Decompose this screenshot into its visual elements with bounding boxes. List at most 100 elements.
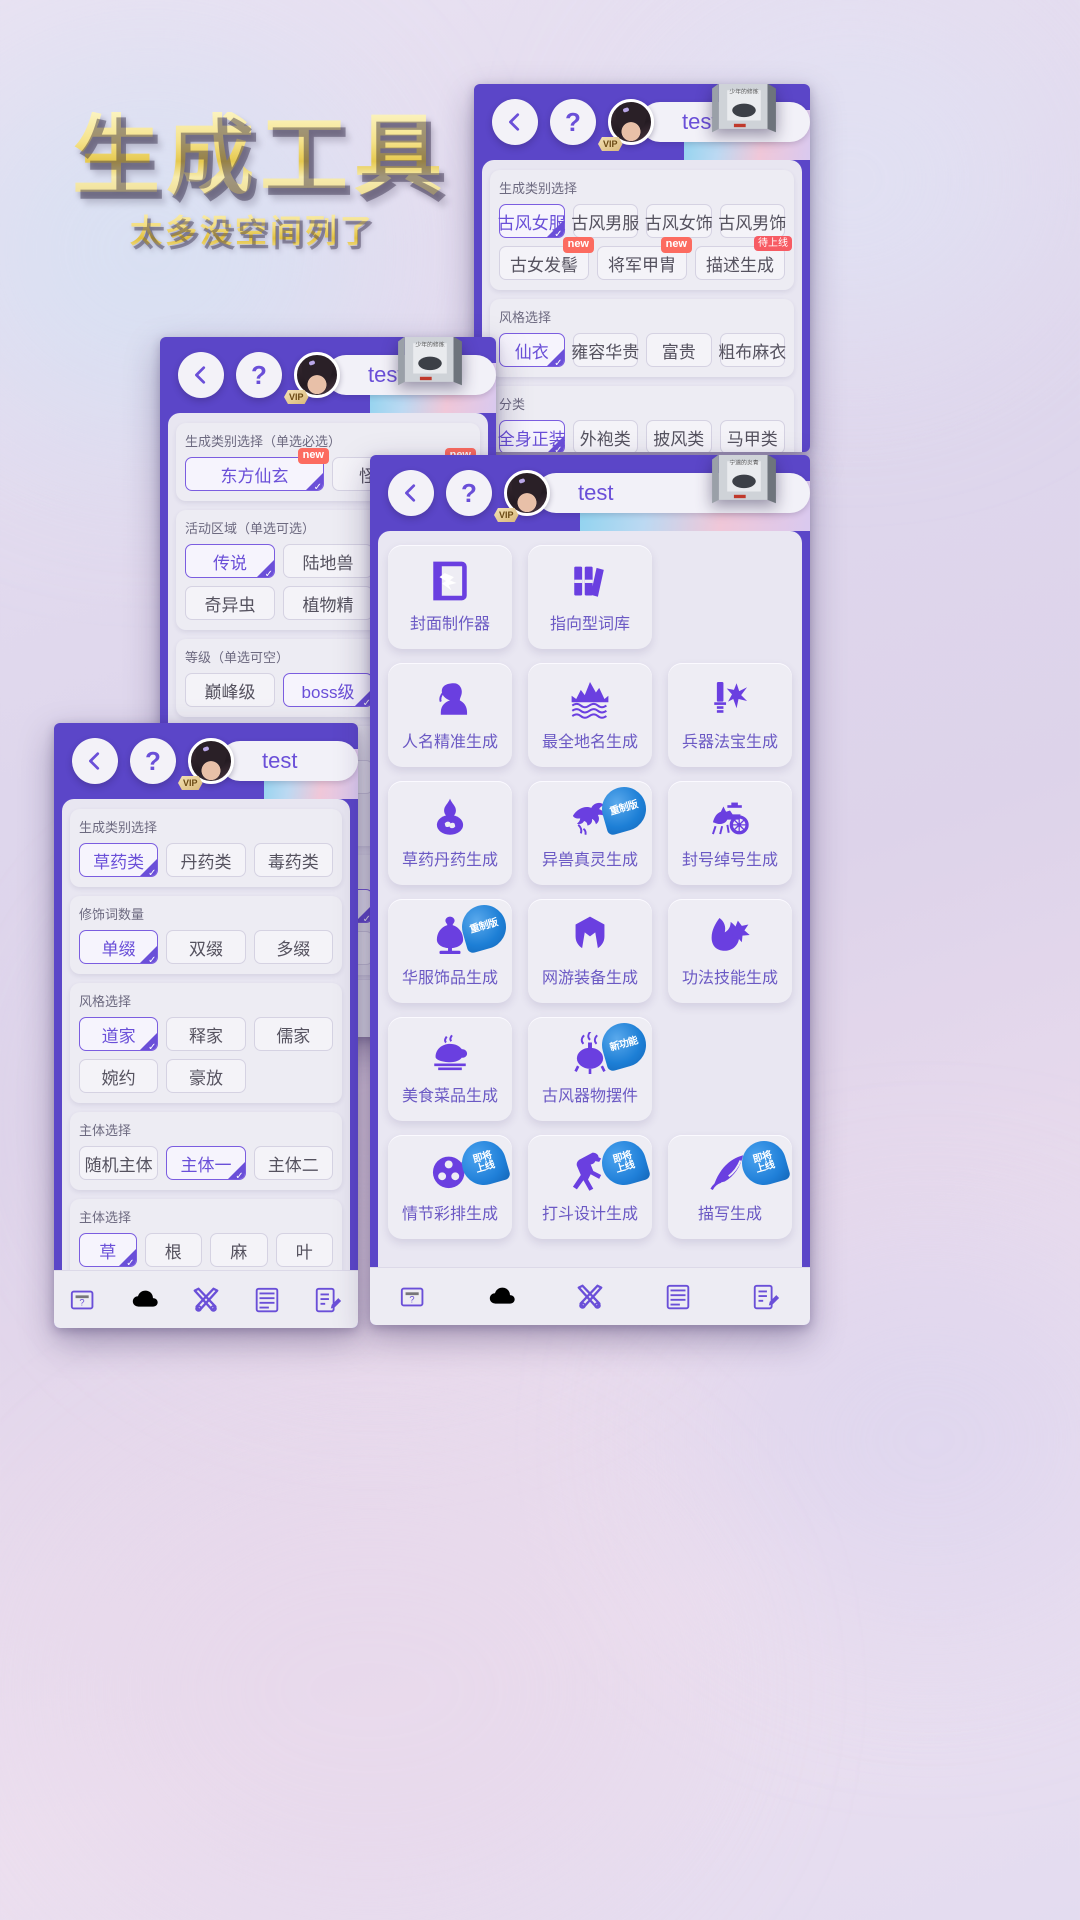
option-chip[interactable]: 东方仙玄new bbox=[185, 448, 329, 493]
avatar[interactable]: VIP bbox=[284, 352, 340, 404]
tool-card[interactable]: 描写生成 即将 上线 bbox=[668, 1135, 792, 1239]
back-button[interactable] bbox=[178, 352, 224, 398]
option-chip[interactable]: 雍容华贵 bbox=[571, 333, 639, 367]
option-chip[interactable]: 古风男饰 bbox=[718, 204, 786, 238]
option-chip[interactable]: 古女发髻 new bbox=[499, 237, 594, 280]
option-chip[interactable]: 儒家 bbox=[253, 1017, 333, 1051]
option-chip[interactable]: 婉约 bbox=[79, 1059, 159, 1093]
tool-card[interactable]: 草药丹药生成 bbox=[388, 781, 512, 885]
panel-herb: ? VIP test 生成类别选择草药类丹药类毒药类修饰词数量单缀双缀多缀风格选… bbox=[54, 723, 358, 1328]
option-chip[interactable]: 植物精 bbox=[283, 586, 373, 620]
page-title: 生成工具 bbox=[72, 104, 449, 207]
option-chip[interactable]: 豪放 bbox=[166, 1059, 246, 1093]
option-chip[interactable]: 叶 bbox=[275, 1233, 333, 1267]
option-chip[interactable]: 丹药类 bbox=[166, 843, 246, 877]
option-group: 风格选择仙衣雍容华贵富贵粗布麻衣 bbox=[490, 299, 794, 377]
panel-header: ? VIP test bbox=[54, 723, 358, 799]
tool-card[interactable]: 网游装备生成 bbox=[528, 899, 652, 1003]
back-button[interactable] bbox=[492, 99, 538, 145]
tab-tools-icon[interactable] bbox=[575, 1282, 605, 1312]
tool-card[interactable]: 异兽真灵生成 重制版 bbox=[528, 781, 652, 885]
option-chip[interactable]: 全身正装 bbox=[498, 420, 566, 452]
option-chip[interactable]: 外袍类 bbox=[572, 420, 638, 452]
option-chip[interactable]: 巅峰级 bbox=[185, 673, 275, 707]
option-row: 道家释家儒家 bbox=[79, 1017, 333, 1053]
option-chip[interactable]: 马甲类 bbox=[719, 420, 785, 452]
option-chip[interactable]: 双缀 bbox=[166, 930, 246, 964]
help-button[interactable]: ? bbox=[550, 99, 596, 145]
tool-card[interactable]: 人名精准生成 bbox=[388, 663, 512, 767]
tool-card[interactable]: 指向型词库 bbox=[528, 545, 652, 649]
tab-cloud-icon[interactable] bbox=[487, 1282, 517, 1312]
tool-card[interactable]: 美食菜品生成 bbox=[388, 1017, 512, 1121]
option-chip[interactable]: 根 bbox=[144, 1233, 202, 1267]
tool-label: 情节彩排生成 bbox=[401, 1206, 498, 1223]
tool-card[interactable]: 古风器物摆件 新功能 bbox=[528, 1017, 652, 1121]
option-chip[interactable]: 仙衣 bbox=[499, 333, 565, 369]
tool-card[interactable]: 情节彩排生成 即将 上线 bbox=[388, 1135, 512, 1239]
option-chip[interactable]: 披风类 bbox=[646, 420, 712, 452]
option-chip[interactable]: 释家 bbox=[166, 1017, 246, 1051]
tab-cloud-icon[interactable] bbox=[130, 1285, 160, 1315]
option-chip[interactable]: 粗布麻衣 bbox=[718, 333, 786, 367]
avatar[interactable]: VIP bbox=[494, 470, 550, 522]
username-field[interactable]: test bbox=[220, 741, 358, 781]
tab-write-icon[interactable] bbox=[313, 1285, 343, 1315]
option-chip[interactable]: 富贵 bbox=[646, 333, 712, 367]
option-chip[interactable]: 将军甲胄 new bbox=[597, 237, 692, 280]
option-chip[interactable]: 主体一 bbox=[166, 1146, 246, 1182]
avatar[interactable]: VIP bbox=[598, 99, 654, 151]
option-chip[interactable]: 陆地兽 bbox=[283, 544, 373, 578]
svg-text:少年的修炼: 少年的修炼 bbox=[415, 341, 444, 349]
back-button[interactable] bbox=[72, 738, 118, 784]
option-chip[interactable]: boss级 bbox=[283, 673, 373, 709]
option-chip[interactable]: 古风女饰 bbox=[645, 204, 713, 238]
tab-library-icon[interactable] bbox=[663, 1282, 693, 1312]
tool-card[interactable]: 最全地名生成 bbox=[528, 663, 652, 767]
option-group-title: 主体选择 bbox=[79, 1210, 132, 1225]
help-button[interactable]: ? bbox=[130, 738, 176, 784]
herb-pill-icon bbox=[429, 796, 471, 838]
page-subtitle: 太多没空间列了 bbox=[130, 206, 448, 252]
helmet-icon bbox=[569, 914, 611, 956]
option-chip[interactable]: 道家 bbox=[79, 1017, 159, 1053]
skill-flame-icon bbox=[709, 914, 751, 956]
tab-random-card-icon[interactable] bbox=[69, 1285, 99, 1315]
tool-card[interactable]: 打斗设计生成 即将 上线 bbox=[528, 1135, 652, 1239]
tab-random-card-icon[interactable] bbox=[399, 1282, 429, 1312]
option-chip[interactable]: 主体二 bbox=[253, 1146, 333, 1180]
tab-tools-icon[interactable] bbox=[191, 1285, 221, 1315]
option-chip[interactable]: 奇异虫 bbox=[185, 586, 275, 620]
back-button[interactable] bbox=[388, 470, 434, 516]
avatar[interactable]: VIP bbox=[178, 738, 234, 790]
option-chip[interactable]: 草药类 bbox=[79, 843, 159, 879]
option-chip[interactable]: 传说 bbox=[185, 544, 275, 580]
tab-library-icon[interactable] bbox=[252, 1285, 282, 1315]
new-badge: new bbox=[660, 237, 692, 253]
tool-label: 华服饰品生成 bbox=[401, 970, 498, 987]
help-button[interactable]: ? bbox=[236, 352, 282, 398]
panel-header: ? VIP test 少年的修炼 bbox=[160, 337, 496, 413]
tool-card[interactable]: 功法技能生成 bbox=[668, 899, 792, 1003]
option-chip[interactable]: 古风女服 bbox=[498, 204, 566, 240]
option-chip[interactable]: 古风男服 bbox=[571, 204, 639, 238]
help-button[interactable]: ? bbox=[446, 470, 492, 516]
book-decoration: 少年的修炼 bbox=[712, 84, 776, 133]
option-chip[interactable]: 单缀 bbox=[79, 930, 159, 966]
tool-card[interactable]: 华服饰品生成 重制版 bbox=[388, 899, 512, 1003]
option-chip[interactable]: 随机主体 bbox=[79, 1146, 159, 1180]
tab-write-icon[interactable] bbox=[751, 1282, 781, 1312]
option-chip[interactable]: 多缀 bbox=[253, 930, 333, 964]
option-chip[interactable]: 麻 bbox=[210, 1233, 268, 1267]
tool-label: 最全地名生成 bbox=[541, 734, 638, 751]
option-chip[interactable]: 草 bbox=[79, 1233, 137, 1269]
tool-card[interactable]: 兵器法宝生成 bbox=[668, 663, 792, 767]
option-chip[interactable]: 描述生成 待上线 bbox=[695, 236, 792, 280]
panel-body: 生成类别选择草药类丹药类毒药类修饰词数量单缀双缀多缀风格选择道家释家儒家婉约豪放… bbox=[62, 799, 350, 1328]
option-chip[interactable]: 毒药类 bbox=[253, 843, 333, 877]
tool-card[interactable]: 封面制作器 bbox=[388, 545, 512, 649]
option-group: 主体选择随机主体主体一主体二 bbox=[70, 1112, 342, 1190]
option-row: 随机主体主体一主体二 bbox=[79, 1146, 333, 1182]
tool-card[interactable]: 封号绰号生成 bbox=[668, 781, 792, 885]
bottom-tabbar bbox=[370, 1267, 810, 1325]
